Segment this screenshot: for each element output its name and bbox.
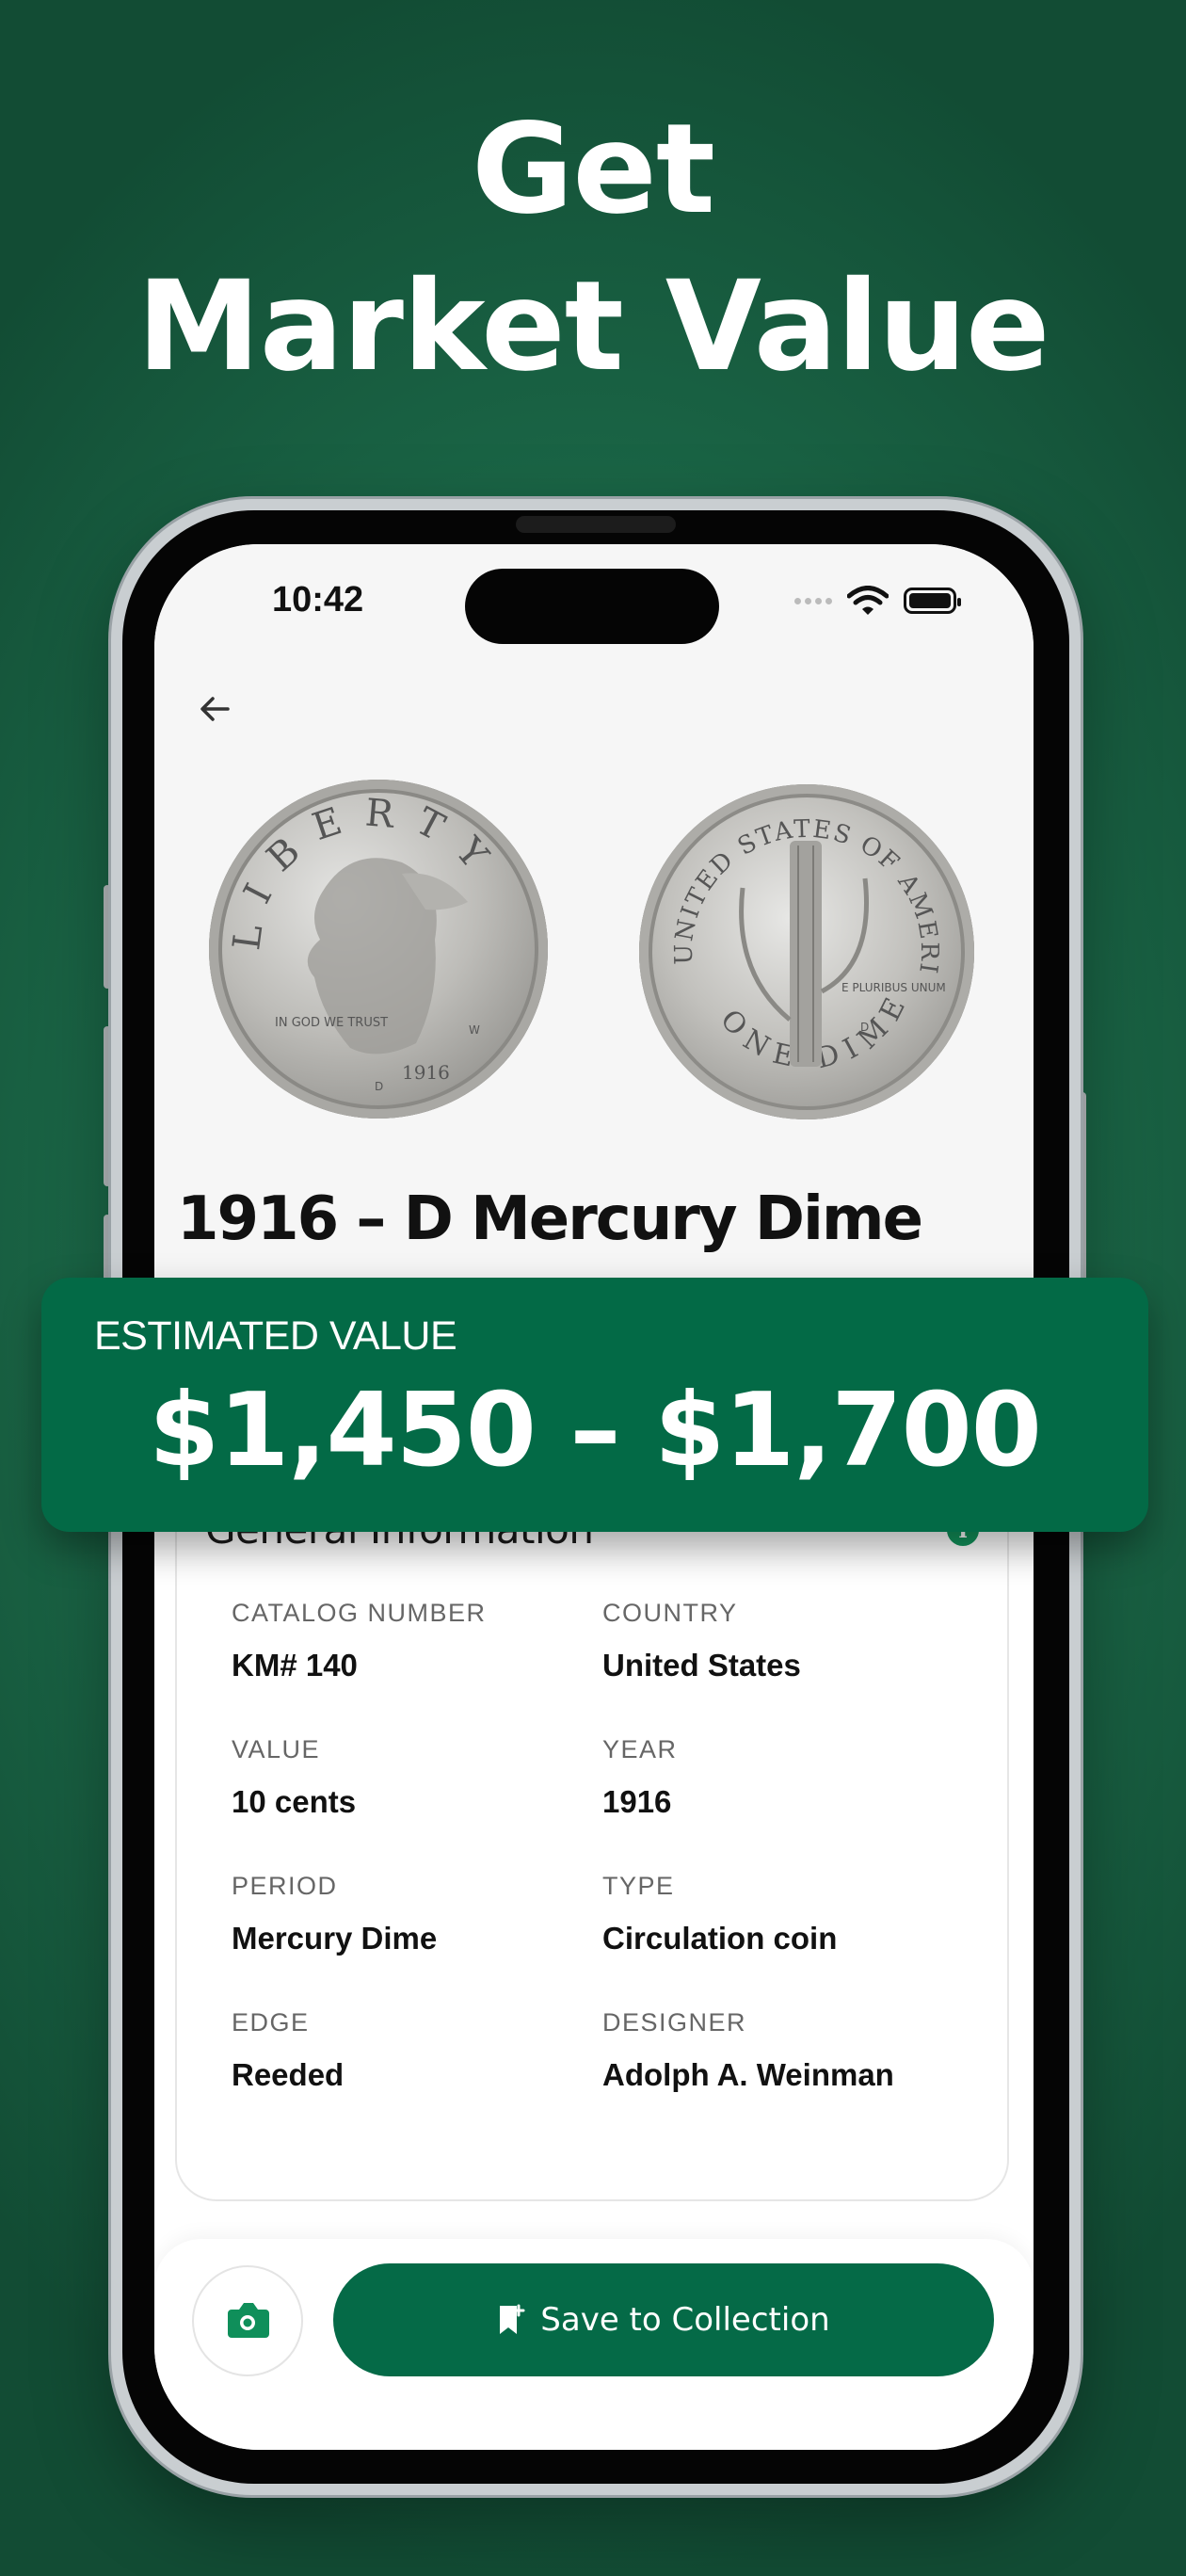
status-time: 10:42 xyxy=(272,580,364,620)
field-label-designer: DESIGNER xyxy=(602,2008,747,2037)
field-value-period: Mercury Dime xyxy=(232,1921,438,1956)
battery-icon xyxy=(904,588,961,614)
coin-obverse-image: LIBERTY IN GOD WE TRUST 1916 D W xyxy=(209,780,548,1119)
phone-side-button xyxy=(104,1026,111,1186)
field-label-period: PERIOD xyxy=(232,1872,338,1900)
camera-button[interactable] xyxy=(192,2265,303,2376)
status-icons xyxy=(794,586,961,616)
coin-reverse-motto-text: E PLURIBUS UNUM xyxy=(841,981,946,994)
coin-mint-text: D xyxy=(375,1080,383,1093)
field-label-value: VALUE xyxy=(232,1735,321,1763)
field-label-country: COUNTRY xyxy=(602,1599,738,1627)
headline-line-2: Market Value xyxy=(136,254,1050,399)
field-label-type: TYPE xyxy=(602,1872,675,1900)
field-value-edge: Reeded xyxy=(232,2057,345,2092)
field-value-catalog-number: KM# 140 xyxy=(232,1648,358,1682)
bookmark-add-icon xyxy=(500,2304,525,2334)
field-label-edge: EDGE xyxy=(232,2008,310,2037)
coin-date-text: 1916 xyxy=(402,1061,450,1084)
field-value-value: 10 cents xyxy=(232,1784,357,1819)
camera-icon xyxy=(228,2303,269,2338)
dynamic-island xyxy=(465,569,719,644)
save-button-label: Save to Collection xyxy=(540,2301,830,2339)
field-value-type: Circulation coin xyxy=(602,1921,838,1956)
field-label-catalog-number: CATALOG NUMBER xyxy=(232,1599,487,1627)
signal-dots-icon xyxy=(794,597,832,604)
coin-designer-mark-text: W xyxy=(469,1023,480,1037)
estimated-value-label: ESTIMATED VALUE xyxy=(94,1313,457,1359)
phone-side-button xyxy=(104,885,111,989)
phone-speaker xyxy=(516,516,676,533)
wifi-icon xyxy=(847,586,889,615)
coin-title: 1916 – D Mercury Dime xyxy=(177,1184,923,1254)
field-value-country: United States xyxy=(602,1648,801,1682)
coin-motto-text: IN GOD WE TRUST xyxy=(275,1016,388,1030)
coin-reverse-mint-text: D xyxy=(860,1021,869,1034)
back-arrow-icon[interactable] xyxy=(192,685,239,733)
coin-reverse-image: UNITED STATES OF AMERICA ONE DIME E PLUR… xyxy=(639,784,974,1119)
field-value-year: 1916 xyxy=(602,1784,672,1819)
bottom-action-bar: Save to Collection xyxy=(154,2239,1034,2450)
estimated-value-panel: ESTIMATED VALUE $1,450 – $1,700 xyxy=(41,1278,1148,1532)
field-value-designer: Adolph A. Weinman xyxy=(602,2057,894,2092)
headline-line-1: Get xyxy=(472,97,715,242)
estimated-value-range: $1,450 – $1,700 xyxy=(149,1372,1042,1489)
general-info-card: General Information i CATALOG NUMBER KM#… xyxy=(175,1476,1009,2201)
field-label-year: YEAR xyxy=(602,1735,678,1763)
save-to-collection-button[interactable]: Save to Collection xyxy=(333,2263,994,2376)
